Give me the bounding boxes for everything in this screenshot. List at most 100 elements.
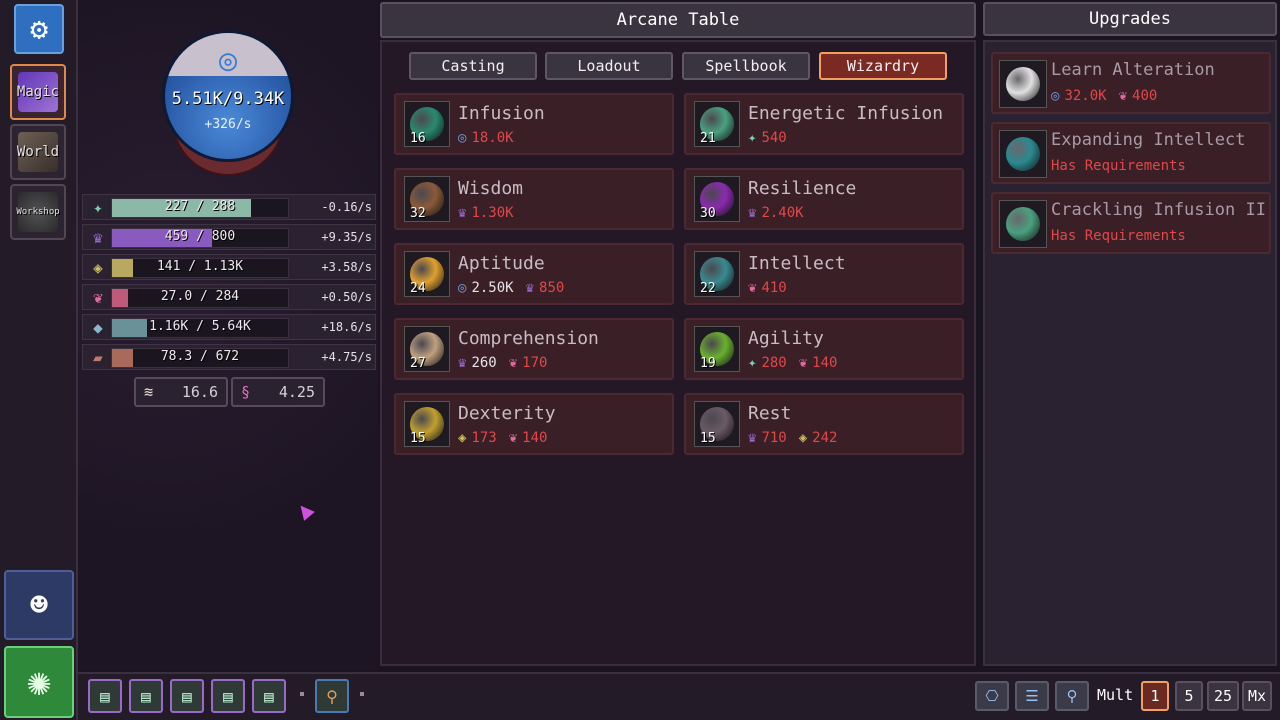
spell-slot-5[interactable]: ▤ [252, 679, 286, 713]
mult-25-button[interactable]: 25 [1207, 681, 1239, 711]
heart-icon: ❦ [798, 355, 808, 371]
upgrade-item-learn-alteration[interactable]: Learn Alteration ◎ 32.0K ❦ 400 [991, 52, 1271, 114]
spark-icon: ✦ [93, 198, 103, 217]
nav-magic-button[interactable]: Magic [10, 64, 66, 120]
upgrade-card-energetic-infusion[interactable]: 21 Energetic Infusion ✦ 540 [684, 93, 964, 155]
card-costs: ♛ 710 ◈ 242 [748, 430, 837, 446]
lotus-icon: ♛ [93, 228, 103, 247]
mult-max-button[interactable]: Mx [1242, 681, 1272, 711]
nav-workshop-button[interactable]: Workshop [10, 184, 66, 240]
separator-dot [300, 692, 304, 696]
resource-value: 141 / 1.13K [156, 259, 244, 274]
gamepad-icon[interactable]: ⎔ [975, 681, 1009, 711]
card-level: 19 [700, 356, 716, 371]
spell-slot-4[interactable]: ▤ [211, 679, 245, 713]
lotus-icon: ♛ [748, 205, 757, 221]
cost-value: 170 [522, 355, 548, 371]
left-nav: ⚙ Magic World Workshop ☻ ✺ [0, 0, 78, 720]
upgrade-card-wisdom[interactable]: 32 Wisdom ♛ 1.30K [394, 168, 674, 230]
list-icon[interactable]: ☰ [1015, 681, 1049, 711]
card-name: Energetic Infusion [748, 103, 944, 124]
upgrade-card-comprehension[interactable]: 27 Comprehension ♛ 260 ❦ 170 [394, 318, 674, 380]
upgrade-card-intellect[interactable]: 22 Intellect ❦ 410 [684, 243, 964, 305]
spell-slot-1[interactable]: ▤ [88, 679, 122, 713]
cost: ♛ 710 [748, 430, 787, 446]
nav-world-label: World [16, 144, 60, 160]
upgrade-item-expanding-intellect[interactable]: Expanding Intellect Has Requirements [991, 122, 1271, 184]
cost-value: 18.0K [471, 130, 514, 146]
card-name: Wisdom [458, 178, 524, 199]
mult-1-button[interactable]: 1 [1141, 681, 1169, 711]
cost: ❦ 410 [748, 280, 787, 296]
card-costs: ◈ 173 ❦ 140 [458, 430, 547, 446]
upgrade-card-rest[interactable]: 15 Rest ♛ 710 ◈ 242 [684, 393, 964, 455]
tab-loadout[interactable]: Loadout [545, 52, 673, 80]
nav-world-button[interactable]: World [10, 124, 66, 180]
page-icon: ≋ [144, 383, 154, 401]
tab-casting[interactable]: Casting [409, 52, 537, 80]
lotus-icon: ♛ [748, 430, 757, 446]
card-costs: ♛ 2.40K [748, 205, 804, 221]
card-name: Infusion [458, 103, 545, 124]
cost: ◈ 173 [458, 430, 497, 446]
scroll-pink-icon: § [241, 383, 251, 401]
scroll-icon: ▰ [93, 348, 103, 367]
settings-gear-icon[interactable]: ⚙ [14, 4, 64, 54]
tab-spellbook[interactable]: Spellbook [682, 52, 810, 80]
orb-rate: +326/s [204, 117, 252, 132]
card-level: 15 [700, 431, 716, 446]
card-costs: ◎ 2.50K ♛ 850 [458, 280, 564, 296]
upgrade-name: Learn Alteration [1051, 60, 1215, 80]
card-level: 16 [410, 131, 426, 146]
resource-rate: +3.58/s [321, 260, 372, 274]
tab-wizardry[interactable]: Wizardry [819, 52, 947, 80]
upgrade-sub: Has Requirements [1051, 158, 1186, 174]
requirements-note: Has Requirements [1051, 228, 1186, 244]
resource-value: 227 / 288 [164, 199, 236, 214]
rune-icon: ◈ [798, 430, 808, 446]
mult-label: Mult [1097, 686, 1134, 704]
cost: ♛ 1.30K [458, 205, 514, 221]
resource-rate: +0.50/s [321, 290, 372, 304]
card-level: 22 [700, 281, 716, 296]
spell-slot-2[interactable]: ▤ [129, 679, 163, 713]
discord-icon[interactable]: ☻ [4, 570, 74, 640]
mult-5-button[interactable]: 5 [1175, 681, 1203, 711]
cost-value: 173 [471, 430, 497, 446]
card-costs: ❦ 410 [748, 280, 787, 296]
upgrade-card-resilience[interactable]: 30 Resilience ♛ 2.40K [684, 168, 964, 230]
upgrade-card-agility[interactable]: 19 Agility ✦ 280 ❦ 140 [684, 318, 964, 380]
character-icon[interactable]: ✺ [4, 646, 74, 718]
card-name: Rest [748, 403, 792, 424]
nav-workshop-label: Workshop [16, 207, 60, 217]
separator-dot [360, 692, 364, 696]
upgrade-item-crackling-infusion-ii[interactable]: Crackling Infusion II Has Requirements [991, 192, 1271, 254]
spell-slot-3[interactable]: ▤ [170, 679, 204, 713]
resource-row: ✦ 227 / 288 -0.16/s [82, 194, 376, 220]
heart-icon: ❦ [748, 280, 757, 296]
card-level: 32 [410, 206, 426, 221]
upgrade-card-aptitude[interactable]: 24 Aptitude ◎ 2.50K ♛ 850 [394, 243, 674, 305]
mini-stat-scrolls: § 4.25 [231, 377, 325, 407]
cost-value: 2.50K [471, 280, 514, 296]
upgrade-card-infusion[interactable]: 16 Infusion ◎ 18.0K [394, 93, 674, 155]
magnifier-slot[interactable]: ⚲ [315, 679, 349, 713]
lotus-icon: ♛ [458, 355, 467, 371]
requirements-note: Has Requirements [1051, 158, 1186, 174]
upgrades-title: Upgrades [983, 2, 1277, 36]
cost-value: 400 [1132, 88, 1158, 104]
resource-rate: +4.75/s [321, 350, 372, 364]
lotus-icon: ♛ [458, 205, 467, 221]
mana-icon: ◎ [458, 280, 467, 296]
card-name: Aptitude [458, 253, 545, 274]
resource-row: ❦ 27.0 / 284 +0.50/s [82, 284, 376, 310]
rune-icon: ◈ [458, 430, 467, 446]
cost-value: 260 [471, 355, 497, 371]
upgrade-icon [999, 130, 1047, 178]
upgrade-card-dexterity[interactable]: 15 Dexterity ◈ 173 ❦ 140 [394, 393, 674, 455]
upgrade-sub: Has Requirements [1051, 228, 1186, 244]
search-icon[interactable]: ⚲ [1055, 681, 1089, 711]
cost-value: 1.30K [471, 205, 514, 221]
cost-value: 242 [812, 430, 838, 446]
mana-orb: ◎ 5.51K/9.34K +326/s [162, 30, 294, 162]
